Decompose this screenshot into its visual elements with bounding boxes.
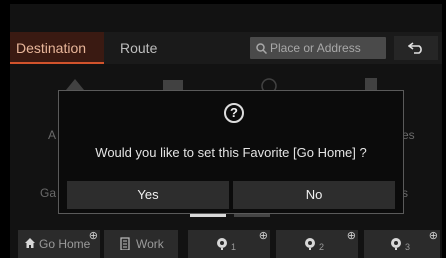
back-button[interactable] bbox=[394, 36, 438, 60]
page-indicator-active bbox=[190, 214, 226, 217]
tab-route[interactable]: Route bbox=[114, 32, 163, 64]
tab-destination[interactable]: Destination bbox=[10, 32, 104, 64]
search-placeholder: Place or Address bbox=[270, 41, 361, 55]
favorite-slot-3[interactable]: 3 ⊕ bbox=[364, 230, 440, 258]
favorite-label: 1 bbox=[231, 242, 237, 252]
favorite-label: Work bbox=[136, 237, 164, 251]
pin-star-icon bbox=[391, 238, 401, 250]
pin-star-icon bbox=[305, 238, 315, 250]
search-field[interactable]: Place or Address bbox=[250, 37, 386, 59]
page-indicator-inactive bbox=[234, 214, 270, 217]
search-icon bbox=[256, 43, 268, 55]
favorites-bar: Go Home ⊕ Work 1 ⊕ 2 ⊕ 3 ⊕ bbox=[10, 230, 442, 258]
dialog-message: Would you like to set this Favorite [Go … bbox=[95, 145, 367, 160]
favorite-label: Go Home bbox=[39, 237, 91, 251]
add-favorite-icon[interactable]: ⊕ bbox=[259, 230, 268, 242]
back-arrow-icon bbox=[408, 42, 422, 54]
add-favorite-icon[interactable]: ⊕ bbox=[347, 230, 356, 242]
top-bar: Destination Route Place or Address bbox=[10, 32, 442, 64]
pin-star-icon bbox=[217, 238, 227, 250]
favorite-slot-1[interactable]: 1 ⊕ bbox=[188, 230, 270, 258]
home-icon bbox=[25, 238, 35, 248]
yes-button[interactable]: Yes bbox=[67, 181, 229, 209]
background-label-ga: Ga bbox=[40, 186, 57, 200]
no-button[interactable]: No bbox=[233, 181, 395, 209]
favorite-go-home[interactable]: Go Home ⊕ bbox=[18, 230, 100, 258]
navigation-screen: Destination Route Place or Address A Ga … bbox=[10, 4, 442, 258]
favorite-label: 2 bbox=[319, 242, 325, 252]
confirm-dialog: ? Would you like to set this Favorite [G… bbox=[58, 90, 404, 214]
add-favorite-icon[interactable]: ⊕ bbox=[89, 230, 98, 242]
background-label-a: A bbox=[48, 128, 57, 142]
favorite-work[interactable]: Work bbox=[104, 230, 178, 258]
favorite-slot-2[interactable]: 2 ⊕ bbox=[276, 230, 358, 258]
building-icon bbox=[120, 237, 130, 250]
favorite-label: 3 bbox=[405, 242, 411, 252]
add-favorite-icon[interactable]: ⊕ bbox=[429, 230, 438, 242]
question-icon: ? bbox=[224, 103, 244, 123]
